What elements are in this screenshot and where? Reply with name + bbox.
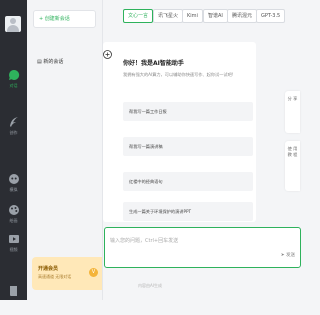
rail-item-simulate[interactable]: 模拟 [0, 173, 27, 203]
tutorial-card-label: 使 用 教 程 [287, 146, 298, 157]
chat-input-placeholder: 输入您的问题，Ctrl+回车发送 [110, 238, 179, 244]
rail-item-label: 视频 [9, 247, 18, 252]
chat-icon [8, 69, 20, 81]
rail-item-book[interactable] [0, 285, 27, 315]
welcome-card [103, 42, 256, 222]
feather-icon [8, 116, 20, 128]
suggestion-item[interactable]: 红楼中的经典语句 [123, 172, 253, 191]
session-item-label: 新的会话 [43, 59, 64, 65]
rail-item-label: 对话 [9, 83, 18, 88]
vip-badge-icon: V [89, 268, 98, 277]
new-chat-button[interactable]: + 创建新会话 [33, 10, 96, 28]
rail-item-label: 模拟 [9, 187, 18, 192]
left-rail: 对话 创作 模拟 绘画 视频 [0, 0, 27, 300]
rail-item-paint[interactable]: 绘画 [0, 204, 27, 234]
suggestion-item[interactable]: 帮我写一篇工作日报 [123, 102, 253, 121]
tab-hunyuan[interactable]: 腾讯混元 [227, 9, 258, 23]
rail-item-label: 绘画 [9, 218, 18, 223]
tab-zhipu[interactable]: 智谱AI [203, 9, 228, 23]
session-item[interactable]: ▤ 新的会话 [33, 55, 98, 69]
tutorial-card[interactable]: 使 用 教 程 [285, 141, 300, 191]
rail-item-video[interactable]: 视频 [0, 233, 27, 263]
rail-item-label: 创作 [9, 130, 18, 135]
footer-note: 内容由AI生成 [138, 283, 162, 288]
video-icon [8, 233, 20, 245]
suggestion-item[interactable]: 生成一篇关于环境保护的演讲PPT [123, 202, 253, 221]
palette-icon [8, 204, 20, 216]
welcome-title: 你好！我是AI智能助手 [123, 60, 184, 67]
suggestion-item[interactable]: 帮我写一篇演讲稿 [123, 137, 253, 156]
tab-gpt35[interactable]: GPT-3.5 [256, 9, 286, 23]
share-card[interactable]: 分 享 [285, 91, 300, 133]
rail-item-chat[interactable]: 对话 [0, 69, 27, 99]
tab-kimi[interactable]: Kimi [182, 9, 203, 23]
send-label: 发送 [286, 253, 295, 258]
welcome-subtitle: 我拥有强大的AI算力，可以辅助你快速写作、起你试一试吧! [123, 72, 234, 77]
assistant-icon [103, 50, 112, 59]
session-panel: + 创建新会话 ▤ 新的会话 [27, 0, 103, 300]
vip-subtitle: 高速通道 无限对话 [38, 274, 72, 279]
vip-title: 开通会员 [38, 266, 59, 272]
rail-item-create[interactable]: 创作 [0, 116, 27, 146]
bot-icon [8, 173, 20, 185]
share-card-label: 分 享 [287, 96, 298, 101]
tab-wenxin[interactable]: 文心一言 [123, 9, 154, 23]
tab-xunfei[interactable]: 讯飞星火 [153, 9, 184, 23]
chat-input[interactable]: 输入您的问题，Ctrl+回车发送 ➤ 发送 [104, 227, 301, 268]
avatar[interactable] [5, 16, 21, 32]
main-area: 文心一言 讯飞星火 Kimi 智谱AI 腾讯混元 GPT-3.5 你好！我是AI… [103, 0, 301, 300]
send-button[interactable]: ➤ 发送 [281, 252, 295, 258]
